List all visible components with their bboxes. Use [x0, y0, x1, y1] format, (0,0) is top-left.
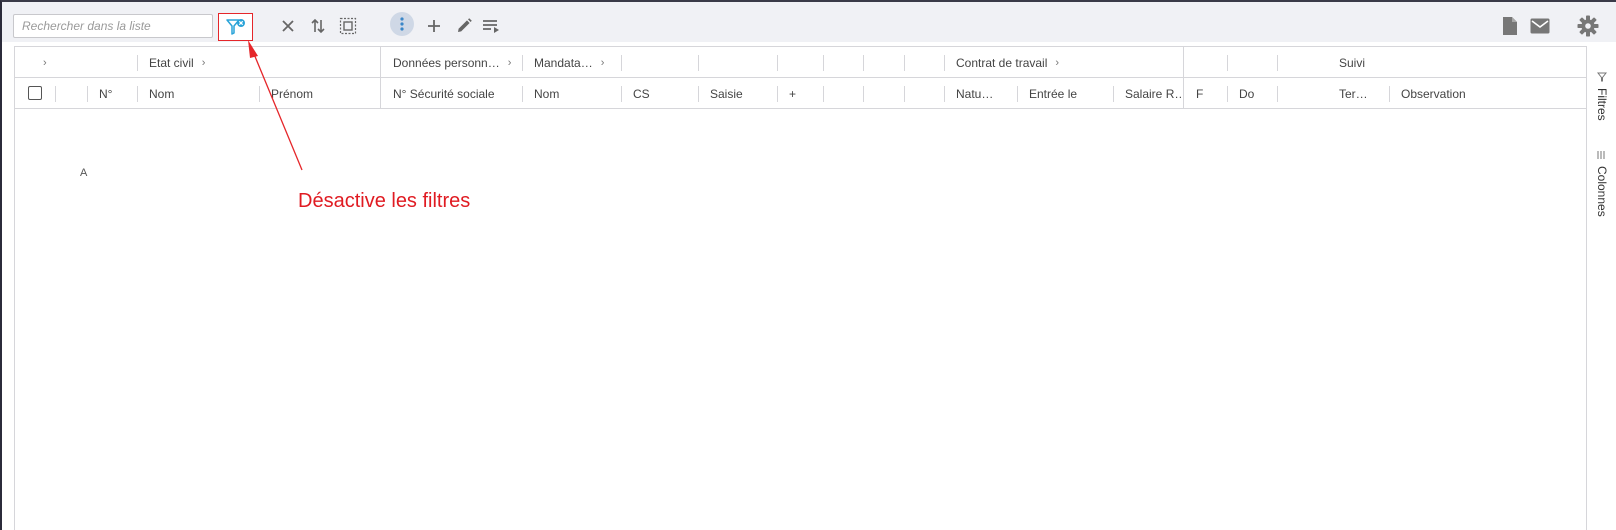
annotation-label: Désactive les filtres — [298, 190, 471, 212]
mail-icon — [1530, 18, 1550, 34]
select-all-icon — [339, 17, 357, 35]
group-label: Suivi — [1339, 55, 1366, 70]
column-label: F — [1196, 86, 1204, 101]
column-header-observation[interactable]: Observation — [1389, 78, 1539, 109]
group-label: Données personn… — [393, 55, 500, 70]
column-label: + — [789, 86, 797, 101]
column-header-f[interactable]: F — [1184, 78, 1226, 109]
edit-icon — [458, 18, 472, 32]
column-separator — [777, 55, 778, 71]
data-grid: › Etat civil › Données personn… › Mandat… — [14, 46, 1589, 530]
add-icon — [428, 20, 440, 32]
column-label: Nom — [534, 86, 560, 101]
add-button[interactable] — [420, 12, 448, 40]
column-label: Salaire R… — [1125, 86, 1183, 101]
list-action-button[interactable] — [478, 12, 506, 40]
column-label: Saisie — [710, 86, 743, 101]
chevron-right-icon: › — [600, 56, 605, 69]
column-label: N° — [99, 86, 113, 101]
column-label: Natu… — [956, 86, 994, 101]
settings-icon — [1577, 15, 1599, 37]
document-icon — [1503, 17, 1517, 35]
column-separator — [904, 55, 905, 71]
column-separator — [823, 55, 824, 71]
filter-icon — [1597, 72, 1607, 82]
column-header-plus[interactable]: + — [777, 78, 821, 109]
clear-button[interactable] — [274, 12, 302, 40]
columns-tab-label: Colonnes — [1595, 166, 1609, 217]
row-fragment-text: A — [80, 167, 88, 179]
column-header-saisie[interactable]: Saisie — [698, 78, 776, 109]
column-separator — [1277, 55, 1278, 71]
chevron-right-icon: › — [507, 56, 512, 69]
edit-button[interactable] — [450, 12, 478, 40]
column-label: N° Sécurité sociale — [393, 86, 495, 101]
chevron-right-icon: › — [43, 56, 47, 69]
side-panel: Filtres Colonnes — [1586, 46, 1616, 530]
columns-tab[interactable]: Colonnes — [1595, 150, 1609, 217]
column-header-nom[interactable]: Nom — [137, 78, 257, 109]
filter-off-icon — [225, 19, 245, 35]
toolbar — [2, 2, 1616, 42]
column-header-mandataire-nom[interactable]: Nom — [522, 78, 620, 109]
column-label: Do — [1239, 86, 1255, 101]
more-vert-icon — [400, 17, 404, 31]
group-label: Mandata… — [534, 55, 593, 70]
chevron-right-icon: › — [201, 56, 206, 69]
group-header-mandataire[interactable]: Mandata… › — [522, 47, 618, 78]
group-label: Etat civil — [149, 55, 194, 70]
group-header-donnees-personnelles[interactable]: Données personn… › — [381, 47, 519, 78]
column-header-row: N° Nom Prénom N° Sécurité sociale Nom CS… — [15, 78, 1589, 109]
document-button[interactable] — [1496, 12, 1524, 40]
column-header-do[interactable]: Do — [1227, 78, 1275, 109]
column-header-salaire[interactable]: Salaire R… — [1113, 78, 1183, 109]
search-input[interactable] — [13, 14, 213, 38]
column-separator — [823, 86, 824, 102]
group-header-etat-civil[interactable]: Etat civil › — [137, 47, 377, 78]
column-separator — [621, 55, 622, 71]
column-separator — [1277, 86, 1278, 102]
group-header-contrat-de-travail[interactable]: Contrat de travail › — [944, 47, 1180, 78]
column-label: Ter… — [1339, 86, 1368, 101]
group-header-suivi[interactable]: Suivi — [1327, 47, 1527, 78]
group-label: Contrat de travail — [956, 55, 1048, 70]
column-header-numero[interactable]: N° — [87, 78, 137, 109]
sort-button[interactable] — [304, 12, 332, 40]
column-header-termine[interactable]: Ter… — [1327, 78, 1387, 109]
disable-filters-button[interactable] — [218, 13, 253, 41]
group-header-row: › Etat civil › Données personn… › Mandat… — [15, 47, 1589, 78]
group-header-first[interactable]: › — [23, 47, 133, 78]
mail-button[interactable] — [1526, 12, 1554, 40]
settings-button[interactable] — [1574, 12, 1602, 40]
select-all-checkbox[interactable] — [28, 86, 42, 100]
more-actions-button[interactable] — [390, 12, 414, 36]
column-label: Observation — [1401, 86, 1466, 101]
column-label: Prénom — [271, 86, 314, 101]
column-header-cs[interactable]: CS — [621, 78, 697, 109]
column-header-prenom[interactable]: Prénom — [259, 78, 379, 109]
list-action-icon — [483, 20, 499, 33]
clear-icon — [282, 20, 294, 32]
filters-tab[interactable]: Filtres — [1595, 72, 1609, 121]
columns-icon — [1597, 151, 1605, 159]
column-separator — [1227, 55, 1228, 71]
column-header-nature[interactable]: Natu… — [944, 78, 1016, 109]
column-header-entree-le[interactable]: Entrée le — [1017, 78, 1113, 109]
column-label: Entrée le — [1029, 86, 1078, 101]
sort-icon — [311, 18, 325, 34]
chevron-right-icon: › — [1055, 56, 1060, 69]
column-separator — [55, 86, 56, 102]
column-header-securite-sociale[interactable]: N° Sécurité sociale — [381, 78, 521, 109]
column-separator — [904, 86, 905, 102]
column-label: Nom — [149, 86, 175, 101]
column-separator — [863, 55, 864, 71]
select-all-button[interactable] — [334, 12, 362, 40]
column-separator — [863, 86, 864, 102]
column-separator — [698, 55, 699, 71]
column-label: CS — [633, 86, 650, 101]
filters-tab-label: Filtres — [1595, 88, 1609, 121]
